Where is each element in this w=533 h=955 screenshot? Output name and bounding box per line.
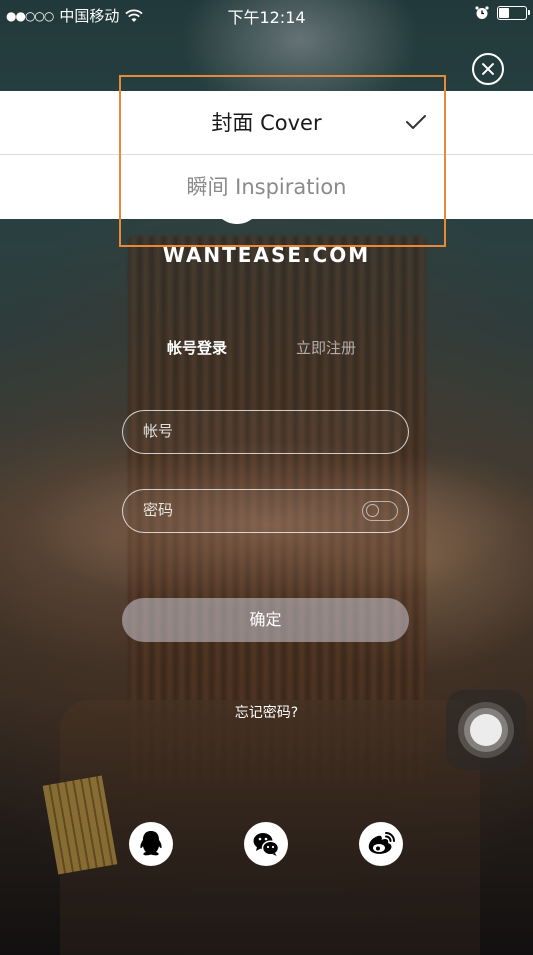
tab-account-login[interactable]: 帐号登录 [167,337,227,358]
assistive-touch-button[interactable] [446,690,526,770]
password-visibility-toggle[interactable] [362,501,398,521]
password-field-container [122,489,409,533]
check-icon [406,115,426,129]
menu-item-label: 瞬间 Inspiration [186,175,347,199]
wechat-login-button[interactable] [244,822,288,866]
battery-icon [497,6,530,20]
submit-button[interactable]: 确定 [122,598,409,642]
status-time: 下午12:14 [227,8,306,27]
wechat-icon [253,833,280,856]
status-right [475,6,530,20]
qq-icon [140,831,162,856]
menu-item-label: 封面 Cover [211,111,322,135]
tab-register[interactable]: 立即注册 [296,337,356,358]
brand-logo-text: WANTEASE.COM [162,243,371,267]
password-input[interactable] [143,490,363,530]
account-field-container [122,410,409,454]
cover-menu: 封面 Cover 瞬间 Inspiration [0,91,533,219]
status-bar: ●●○○○ 中国移动 下午12:14 [0,0,533,30]
account-input[interactable] [143,411,363,451]
battery-fill [499,8,509,18]
weibo-login-button[interactable] [359,822,403,866]
menu-item-cover[interactable]: 封面 Cover [0,91,533,155]
qq-login-button[interactable] [129,822,173,866]
alarm-icon [475,6,489,19]
assistive-ring [470,714,502,746]
close-button[interactable] [472,53,504,85]
weibo-icon [368,832,395,854]
menu-item-inspiration[interactable]: 瞬间 Inspiration [0,155,533,219]
